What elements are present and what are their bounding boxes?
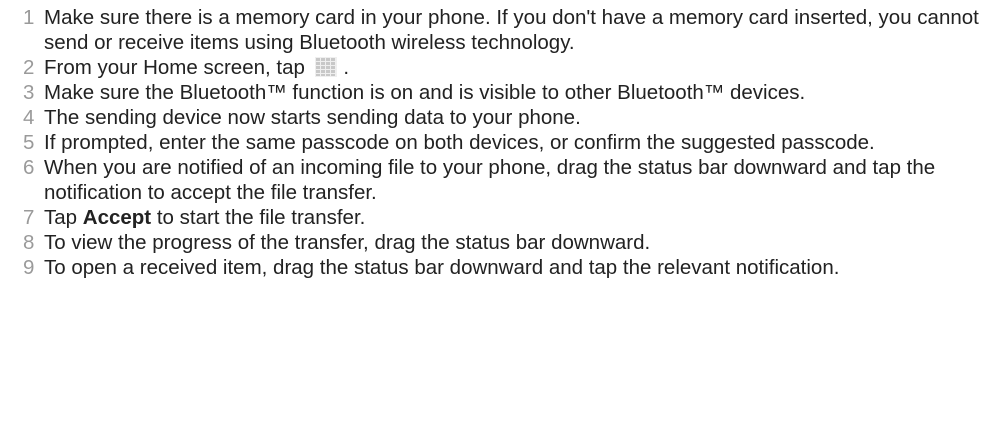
step-text: To open a received item, drag the status… <box>44 255 840 279</box>
step-number: 1 <box>23 6 35 29</box>
step-text: To view the progress of the transfer, dr… <box>44 230 651 254</box>
step-6: 6 When you are notified of an incoming f… <box>0 156 1000 205</box>
instruction-steps: 1 Make sure there is a memory card in yo… <box>0 0 1000 281</box>
step-4: 4 The sending device now starts sending … <box>0 106 1000 131</box>
step-text: From your Home screen, tap <box>44 55 305 79</box>
apps-grid-icon <box>314 56 337 77</box>
step-number: 9 <box>23 255 35 279</box>
step-text: Tap <box>44 205 78 229</box>
step-text: Make sure there is a memory card in your… <box>44 6 979 54</box>
step-number: 6 <box>23 156 35 180</box>
step-5: 5 If prompted, enter the same passcode o… <box>0 131 1000 156</box>
accept-keyword: Accept <box>82 205 152 229</box>
step-number: 4 <box>23 105 35 129</box>
step-number: 3 <box>23 80 35 104</box>
step-number: 5 <box>23 130 35 154</box>
step-8: 8 To view the progress of the transfer, … <box>0 231 1000 256</box>
step-2: 2 From your Home screen, tap . <box>0 56 1000 81</box>
step-text: Make sure the Bluetooth™ function is on … <box>44 80 806 104</box>
step-9: 9 To open a received item, drag the stat… <box>0 256 1000 281</box>
step-text-end: . <box>343 55 350 79</box>
step-text: If prompted, enter the same passcode on … <box>44 130 875 154</box>
step-text: The sending device now starts sending da… <box>44 105 581 129</box>
step-text: When you are notified of an incoming fil… <box>44 156 936 204</box>
step-1: 1 Make sure there is a memory card in yo… <box>0 6 1000 55</box>
step-text-end: to start the file transfer. <box>156 205 366 229</box>
step-number: 2 <box>23 55 35 79</box>
step-number: 7 <box>23 205 35 229</box>
step-3: 3 Make sure the Bluetooth™ function is o… <box>0 81 1000 106</box>
step-7: 7 Tap Accept to start the file transfer. <box>0 206 1000 231</box>
step-number: 8 <box>23 230 35 254</box>
